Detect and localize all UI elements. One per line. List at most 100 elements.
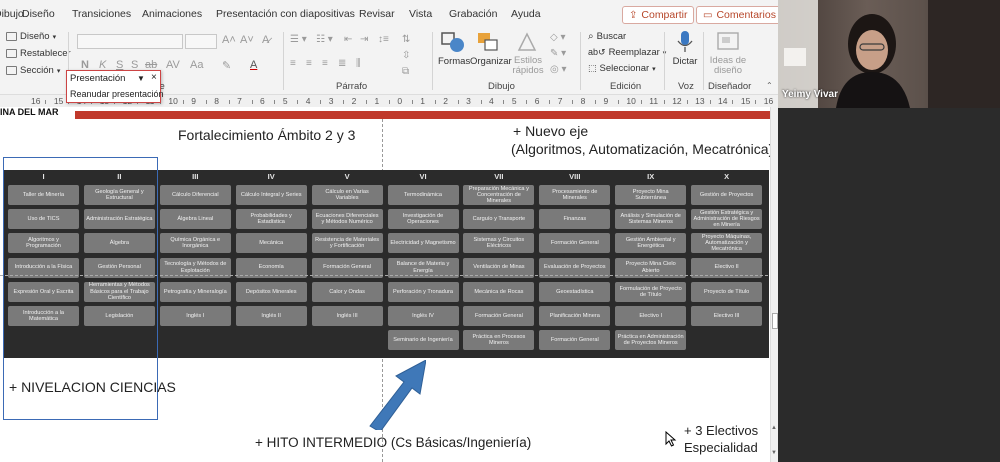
course-cell[interactable]: Inglés II [235, 306, 307, 326]
increase-indent-icon[interactable]: ⇥ [360, 34, 368, 45]
course-cell[interactable]: Carguío y Transporte [463, 209, 535, 230]
dropdown-arrow-icon[interactable]: ▼ [137, 74, 145, 83]
scroll-down-icon[interactable]: ▼ [771, 450, 777, 456]
course-cell[interactable]: Proyecto Máquinas, Automatización y Meca… [691, 233, 763, 254]
course-cell[interactable]: Perforación y Tronadura [387, 281, 459, 302]
course-cell[interactable]: Electivo I [615, 306, 687, 326]
bottom-right-line1[interactable]: + 3 Electivos [684, 423, 758, 438]
course-cell[interactable]: Formación General [463, 306, 535, 326]
course-cell[interactable]: Electricidad y Magnetismo [387, 233, 459, 254]
course-cell[interactable]: Proyecto Mina Subterránea [615, 185, 687, 205]
text-direction-icon[interactable]: ⇅ [402, 34, 410, 45]
tab-grabacion[interactable]: Grabación [449, 8, 497, 20]
align-right-icon[interactable]: ≡ [322, 58, 328, 69]
bottom-center-text[interactable]: + HITO INTERMEDIO (Cs Básicas/Ingeniería… [255, 435, 531, 450]
align-text-icon[interactable]: ⇳ [402, 50, 410, 61]
course-cell[interactable]: Probabilidades y Estadística [235, 209, 307, 230]
layout-button[interactable]: Diseño ▾ [6, 31, 56, 42]
right-title-line2[interactable]: (Algoritmos, Automatización, Mecatrónica… [511, 141, 773, 157]
section-button[interactable]: Sección ▾ [6, 65, 60, 76]
tab-animaciones[interactable]: Animaciones [142, 8, 202, 20]
shape-effects-icon[interactable]: ◎ ▾ [550, 64, 567, 75]
course-cell[interactable]: Cálculo Integral y Series [235, 185, 307, 205]
course-cell[interactable]: Formulación de Proyecto de Título [615, 281, 687, 302]
course-cell[interactable]: Cálculo Diferencial [159, 185, 231, 205]
course-cell[interactable]: Depósitos Minerales [235, 281, 307, 302]
slide-canvas[interactable]: INA DEL MAR Fortalecimiento Ámbito 2 y 3… [0, 107, 778, 462]
font-color-icon[interactable]: A [250, 59, 257, 71]
blue-arrow-shape[interactable] [366, 360, 426, 430]
course-cell[interactable]: Práctica en Administración de Proyectos … [615, 330, 687, 351]
course-cell[interactable]: Proyecto de Título [691, 281, 763, 302]
course-cell[interactable]: Preparación Mecánica y Concentración de … [463, 185, 535, 205]
tab-ayuda[interactable]: Ayuda [511, 8, 541, 20]
decrease-indent-icon[interactable]: ⇤ [344, 34, 352, 45]
course-cell[interactable]: Petrografía y Mineralogía [159, 281, 231, 302]
quick-styles-button[interactable]: Estilos rápidos [508, 30, 548, 76]
tab-diseno[interactable]: Diseño [22, 8, 55, 20]
course-cell[interactable]: Gestión Estratégica y Administración de … [691, 209, 763, 230]
share-button[interactable]: ⇪ Compartir [622, 6, 695, 24]
bullets-icon[interactable]: ☰ ▾ [290, 34, 307, 45]
line-spacing-icon[interactable]: ↕≡ [378, 34, 389, 45]
smartart-icon[interactable]: ⧉ [402, 66, 409, 77]
select-button[interactable]: ⬚ Seleccionar ▾ [588, 63, 656, 74]
course-cell[interactable]: Álgebra Lineal [159, 209, 231, 230]
align-center-icon[interactable]: ≡ [306, 58, 312, 69]
clear-format-icon[interactable]: A̷ [262, 34, 269, 46]
course-cell[interactable]: Procesamiento de Minerales [539, 185, 611, 205]
justify-icon[interactable]: ≣ [338, 58, 346, 69]
find-button[interactable]: ⌕ Buscar [588, 31, 626, 42]
course-cell[interactable]: Análisis y Simulación de Sistemas Minero… [615, 209, 687, 230]
highlight-icon[interactable]: ✎ [222, 59, 231, 72]
reset-button[interactable]: Restablecer [6, 48, 71, 59]
course-cell[interactable]: Calor y Ondas [311, 281, 383, 302]
course-cell[interactable]: Inglés III [311, 306, 383, 326]
tab-presentacion[interactable]: Presentación con diapositivas [216, 8, 355, 20]
course-cell[interactable]: Práctica en Procesos Mineros [463, 330, 535, 351]
course-cell[interactable]: Gestión Ambiental y Energética [615, 233, 687, 254]
font-name-box[interactable] [77, 34, 183, 49]
course-cell[interactable]: Resistencia de Materiales y Fortificació… [311, 233, 383, 254]
tab-vista[interactable]: Vista [409, 8, 432, 20]
course-cell[interactable]: Investigación de Operaciones [387, 209, 459, 230]
course-cell[interactable]: Inglés I [159, 306, 231, 326]
vertical-scrollbar[interactable]: ▲ ▼ [770, 107, 778, 462]
shapes-button[interactable]: Formas [438, 30, 470, 67]
resume-presentation-item[interactable]: Reanudar presentación [70, 89, 164, 99]
collapse-ribbon-icon[interactable]: ⌃ [766, 81, 773, 90]
course-cell[interactable]: Planificación Minera [539, 306, 611, 326]
course-cell[interactable]: Ecuaciones Diferenciales y Métodos Numér… [311, 209, 383, 230]
course-cell[interactable]: Química Orgánica e Inorgánica [159, 233, 231, 254]
change-case-icon[interactable]: Aa [190, 59, 203, 71]
comments-button[interactable]: ▭ Comentarios [696, 6, 783, 24]
replace-button[interactable]: ab↺ Reemplazar▾ [588, 47, 666, 58]
course-cell[interactable]: Inglés IV [387, 306, 459, 326]
numbering-icon[interactable]: ☷ ▾ [316, 34, 333, 45]
course-cell[interactable]: Electivo III [691, 306, 763, 326]
presentation-dropdown[interactable]: Presentación ▼ × Reanudar presentación [66, 70, 164, 103]
bottom-left-text[interactable]: + NIVELACION CIENCIAS [9, 379, 176, 395]
shape-fill-icon[interactable]: ◇ ▾ [550, 32, 566, 43]
bottom-right-line2[interactable]: Especialidad [684, 440, 758, 455]
grow-font-icon[interactable]: A˄ [222, 34, 236, 46]
tab-revisar[interactable]: Revisar [359, 8, 395, 20]
course-cell[interactable]: Gestión de Proyectos [691, 185, 763, 205]
course-cell[interactable]: Sistemas y Circuitos Eléctricos [463, 233, 535, 254]
tab-transiciones[interactable]: Transiciones [72, 8, 131, 20]
course-cell[interactable]: Finanzas [539, 209, 611, 230]
course-cell[interactable]: Formación General [539, 330, 611, 351]
char-spacing-icon[interactable]: AV [166, 59, 180, 71]
course-cell[interactable]: Mecánica de Rocas [463, 281, 535, 302]
course-cell[interactable]: Mecánica [235, 233, 307, 254]
shape-outline-icon[interactable]: ✎ ▾ [550, 48, 566, 59]
dictate-button[interactable]: Dictar [668, 30, 702, 67]
tab-dibujo[interactable]: Dibujo [0, 8, 24, 20]
course-cell[interactable]: Seminario de Ingeniería [387, 330, 459, 351]
course-cell[interactable]: Cálculo en Varias Variables [311, 185, 383, 205]
left-title[interactable]: Fortalecimiento Ámbito 2 y 3 [178, 127, 355, 143]
course-cell[interactable]: Geoestadística [539, 281, 611, 302]
course-cell[interactable]: Termodinámica [387, 185, 459, 205]
scroll-up-icon[interactable]: ▲ [771, 425, 777, 431]
design-ideas-button[interactable]: Ideas de diseño [707, 30, 749, 76]
